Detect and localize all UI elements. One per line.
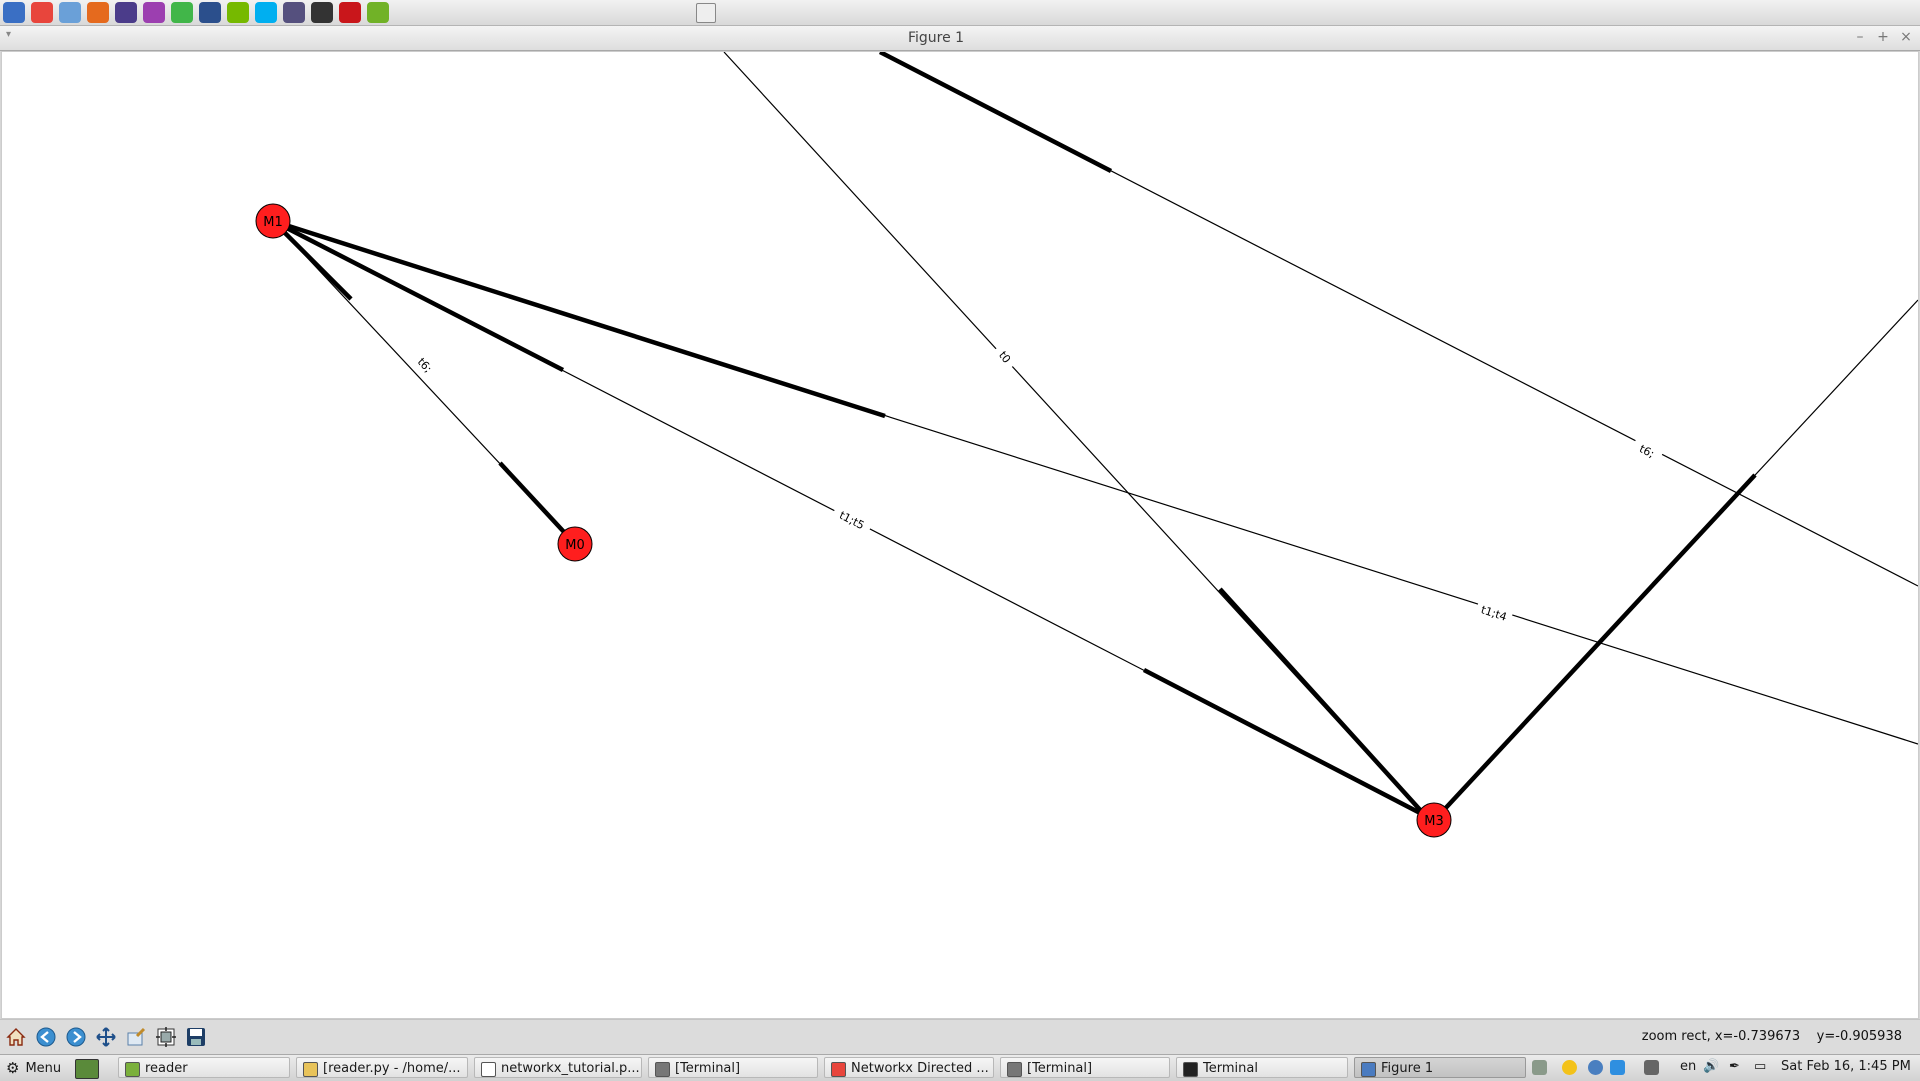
firefox-icon[interactable]: [87, 2, 109, 23]
pan-icon[interactable]: [93, 1024, 119, 1050]
taskbar-item-label: Figure 1: [1381, 1061, 1434, 1076]
taskbar-item-label: networkx_tutorial.p...: [501, 1061, 640, 1076]
window-title: Figure 1: [907, 30, 965, 46]
node-m0[interactable]: M0: [557, 526, 593, 562]
taskbar-item-label: Networkx Directed ...: [851, 1061, 989, 1076]
editor-icon: [303, 1062, 318, 1077]
node-label-m0: M0: [565, 538, 585, 553]
home-icon[interactable]: [311, 2, 333, 23]
taskbar-item[interactable]: Terminal: [1176, 1057, 1348, 1078]
edge-top-right: t6;: [878, 52, 1918, 587]
cursor-icon[interactable]: [367, 2, 389, 23]
menu-label: Menu: [25, 1060, 62, 1076]
volume-icon[interactable]: 🔊: [1703, 1059, 1719, 1074]
globe-icon[interactable]: [199, 2, 221, 23]
edge-label-t1t5: t1;t5: [837, 509, 866, 533]
window-icon: [1361, 1062, 1376, 1077]
taskbar-item-label: [Terminal]: [1027, 1061, 1093, 1076]
node-m3[interactable]: M3: [1416, 802, 1452, 838]
taskbar-item[interactable]: Figure 1: [1354, 1057, 1526, 1078]
node-label-m1: M1: [263, 215, 283, 230]
figure-canvas[interactable]: t6; t1;t5 t1;t4 t0 t6; M1 M0 M3: [1, 51, 1919, 1019]
keyboard-layout[interactable]: en: [1680, 1059, 1696, 1074]
eclipse-icon[interactable]: [115, 2, 137, 23]
show-desktop-icon[interactable]: [696, 3, 716, 23]
taskbar-item[interactable]: reader: [118, 1057, 290, 1078]
terminal-icon: [655, 1062, 670, 1077]
document-icon: [481, 1062, 496, 1077]
shield-icon[interactable]: [1588, 1060, 1603, 1075]
apps-icon[interactable]: [143, 2, 165, 23]
chrome-icon: [831, 1062, 846, 1077]
cube-icon[interactable]: [59, 2, 81, 23]
taskbar-item[interactable]: [Terminal]: [648, 1057, 818, 1078]
taskbar-item[interactable]: [reader.py - /home/...: [296, 1057, 468, 1078]
network-graph: t6; t1;t5 t1;t4 t0 t6; M1 M0 M3: [255, 52, 1918, 838]
window-titlebar: ▾ Figure 1 – + ×: [0, 26, 1920, 51]
minimize-button[interactable]: –: [1851, 28, 1869, 46]
node-label-m3: M3: [1424, 814, 1444, 829]
qt-icon[interactable]: [171, 2, 193, 23]
update-icon[interactable]: [1562, 1060, 1577, 1075]
taskbar: ⚙ Menu reader [reader.py - /home/... netwo…: [0, 1054, 1920, 1081]
save-icon[interactable]: [183, 1024, 209, 1050]
terminal-icon: [1007, 1062, 1022, 1077]
edge-m1-m3-lower: t1;t5: [271, 218, 1435, 821]
top-panel: [0, 0, 1920, 26]
filezilla-icon[interactable]: [339, 2, 361, 23]
taskbar-item[interactable]: networkx_tutorial.p...: [474, 1057, 642, 1078]
taskbar-item-label: Terminal: [1203, 1061, 1258, 1076]
terminal-icon: [1183, 1062, 1198, 1077]
chrome-icon[interactable]: [31, 2, 53, 23]
close-button[interactable]: ×: [1897, 28, 1915, 46]
folder-icon: [125, 1062, 140, 1077]
taskbar-item-label: [Terminal]: [675, 1061, 741, 1076]
edge-label-t1t4: t1;t4: [1479, 603, 1508, 624]
edge-m3-offscreen: [1433, 299, 1918, 821]
zoom-icon[interactable]: [123, 1024, 149, 1050]
pen-icon[interactable]: ✒: [1729, 1059, 1740, 1074]
back-icon[interactable]: [33, 1024, 59, 1050]
home-icon[interactable]: [3, 1024, 29, 1050]
taskbar-item-label: reader: [145, 1061, 188, 1076]
edge-top-m3: t0: [723, 52, 1429, 821]
start-menu-button[interactable]: ⚙ Menu: [6, 1059, 61, 1077]
taskbar-item-label: [reader.py - /home/...: [323, 1061, 461, 1076]
forward-icon[interactable]: [63, 1024, 89, 1050]
vm-icon[interactable]: [283, 2, 305, 23]
gear-icon: ⚙: [6, 1059, 20, 1077]
battery-icon[interactable]: ▭: [1754, 1059, 1766, 1074]
desktop-icon[interactable]: [3, 2, 25, 23]
taskbar-item[interactable]: Networkx Directed ...: [824, 1057, 994, 1078]
dropbox-icon[interactable]: [1610, 1060, 1625, 1075]
taskbar-item[interactable]: [Terminal]: [1000, 1057, 1170, 1078]
clock[interactable]: Sat Feb 16, 1:45 PM: [1781, 1059, 1911, 1074]
node-m1[interactable]: M1: [255, 203, 291, 239]
nvidia-icon[interactable]: [227, 2, 249, 23]
clipboard-icon[interactable]: [1532, 1060, 1547, 1075]
maximize-button[interactable]: +: [1874, 28, 1892, 46]
show-desktop-button[interactable]: [75, 1059, 99, 1079]
figure-toolbar: zoom rect, x=-0.739673 y=-0.905938: [0, 1019, 1920, 1054]
cursor-coordinates: zoom rect, x=-0.739673 y=-0.905938: [1641, 1029, 1902, 1044]
skype-icon[interactable]: [255, 2, 277, 23]
network-icon[interactable]: [1644, 1060, 1659, 1075]
subplots-icon[interactable]: [153, 1024, 179, 1050]
